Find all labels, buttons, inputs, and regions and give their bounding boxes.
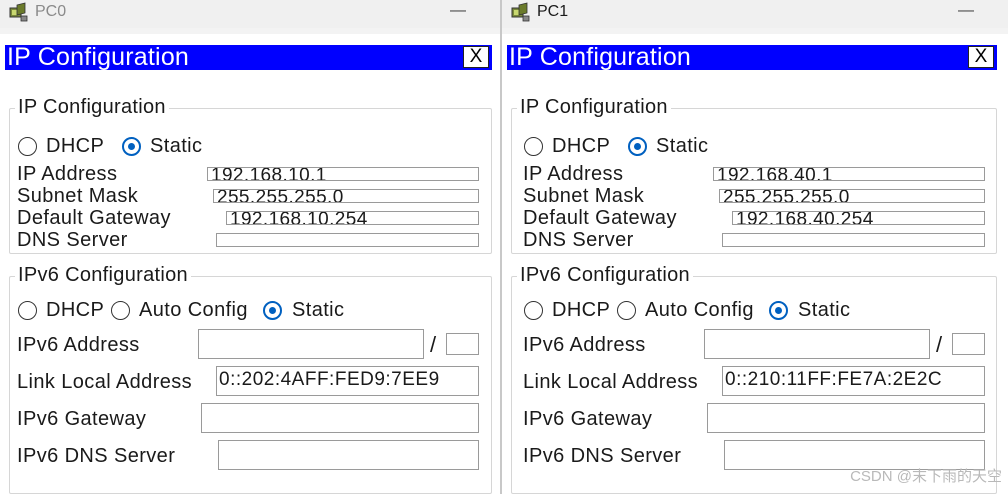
- ipv4-static-label: Static: [150, 135, 203, 157]
- close-button[interactable]: X: [968, 46, 994, 68]
- dns-server-label: DNS Server: [523, 229, 634, 251]
- window-title: PC1: [537, 3, 569, 20]
- banner-title: IP Configuration: [509, 43, 692, 71]
- title-bar[interactable]: PC1 —: [502, 0, 1008, 28]
- dns-server-field[interactable]: [216, 233, 479, 247]
- pc1-window: PC1 — IP Configuration X IP Configuratio…: [502, 0, 1008, 494]
- pc0-window: PC0 — IP Configuration X IP Configuratio…: [0, 0, 500, 494]
- ipv6-dhcp-radio[interactable]: [18, 301, 37, 320]
- close-button[interactable]: X: [463, 46, 489, 68]
- ipv6-config-group: IPv6 Configuration DHCP Auto Config Stat…: [9, 264, 492, 494]
- link-local-address-label: Link Local Address: [17, 371, 193, 393]
- link-local-address-field[interactable]: 0::202:4AFF:FED9:7EE9: [216, 366, 479, 396]
- ipv4-dhcp-radio[interactable]: [524, 137, 543, 156]
- ipv6-auto-config-radio[interactable]: [111, 301, 130, 320]
- ipv6-static-radio[interactable]: [263, 301, 282, 320]
- ipv6-static-radio[interactable]: [769, 301, 788, 320]
- ip-address-field[interactable]: 192.168.40.1: [713, 167, 985, 181]
- prefix-separator: /: [936, 332, 943, 357]
- pc-app-icon: [9, 2, 28, 22]
- ipv6-static-label: Static: [292, 299, 345, 321]
- pc-app-icon: [511, 2, 530, 22]
- link-local-address-label: Link Local Address: [523, 371, 699, 393]
- ipv6-dhcp-radio[interactable]: [524, 301, 543, 320]
- ipv4-group-legend: IP Configuration: [15, 96, 169, 119]
- ipv4-group-legend: IP Configuration: [517, 96, 671, 119]
- subnet-mask-field[interactable]: 255.255.255.0: [719, 189, 985, 203]
- subnet-mask-label: Subnet Mask: [523, 185, 645, 207]
- banner-title: IP Configuration: [7, 43, 190, 71]
- ip-config-banner: IP Configuration X: [507, 45, 997, 70]
- ip-config-banner: IP Configuration X: [5, 45, 492, 70]
- ipv4-static-radio[interactable]: [122, 137, 141, 156]
- ipv6-auto-config-radio[interactable]: [617, 301, 636, 320]
- default-gateway-field[interactable]: 192.168.10.254: [226, 211, 479, 225]
- ipv4-dhcp-radio[interactable]: [18, 137, 37, 156]
- ipv6-prefix-field[interactable]: [952, 333, 985, 355]
- ipv6-address-field[interactable]: [198, 329, 424, 359]
- ipv4-static-label: Static: [656, 135, 709, 157]
- ipv4-static-radio[interactable]: [628, 137, 647, 156]
- subnet-mask-field[interactable]: 255.255.255.0: [213, 189, 479, 203]
- minimize-button[interactable]: —: [954, 0, 978, 24]
- ipv6-dhcp-label: DHCP: [46, 299, 105, 321]
- minimize-button[interactable]: —: [446, 0, 470, 24]
- watermark-text: CSDN @末下雨的天空: [850, 468, 1002, 485]
- ipv6-dns-server-field[interactable]: [218, 440, 479, 470]
- window-content: IP Configuration X IP Configuration DHCP…: [0, 34, 500, 494]
- ipv6-auto-config-label: Auto Config: [645, 299, 754, 321]
- prefix-separator: /: [430, 332, 437, 357]
- ipv6-address-label: IPv6 Address: [17, 334, 140, 356]
- ipv6-config-group: IPv6 Configuration DHCP Auto Config Stat…: [511, 264, 997, 494]
- dns-server-field[interactable]: [722, 233, 985, 247]
- ipv4-config-group: IP Configuration DHCP Static IP Address …: [511, 96, 997, 254]
- ipv6-dhcp-label: DHCP: [552, 299, 611, 321]
- ipv6-prefix-field[interactable]: [446, 333, 479, 355]
- dns-server-label: DNS Server: [17, 229, 128, 251]
- ip-address-label: IP Address: [17, 163, 118, 185]
- ipv6-address-label: IPv6 Address: [523, 334, 646, 356]
- ipv6-gateway-label: IPv6 Gateway: [523, 408, 653, 430]
- default-gateway-field[interactable]: 192.168.40.254: [732, 211, 985, 225]
- default-gateway-label: Default Gateway: [523, 207, 677, 229]
- ipv6-group-legend: IPv6 Configuration: [15, 264, 191, 287]
- ipv6-static-label: Static: [798, 299, 851, 321]
- ipv6-gateway-field[interactable]: [707, 403, 985, 433]
- subnet-mask-label: Subnet Mask: [17, 185, 139, 207]
- ipv6-auto-config-label: Auto Config: [139, 299, 248, 321]
- link-local-address-field[interactable]: 0::210:11FF:FE7A:2E2C: [722, 366, 985, 396]
- ipv6-dns-server-label: IPv6 DNS Server: [17, 445, 176, 467]
- ipv4-dhcp-label: DHCP: [46, 135, 105, 157]
- ipv6-group-legend: IPv6 Configuration: [517, 264, 693, 287]
- ipv6-gateway-field[interactable]: [201, 403, 479, 433]
- ip-address-field[interactable]: 192.168.10.1: [207, 167, 479, 181]
- ipv6-gateway-label: IPv6 Gateway: [17, 408, 147, 430]
- ip-address-label: IP Address: [523, 163, 624, 185]
- ipv6-dns-server-label: IPv6 DNS Server: [523, 445, 682, 467]
- ipv6-address-field[interactable]: [704, 329, 930, 359]
- default-gateway-label: Default Gateway: [17, 207, 171, 229]
- window-title: PC0: [35, 3, 67, 20]
- ipv4-dhcp-label: DHCP: [552, 135, 611, 157]
- ipv4-config-group: IP Configuration DHCP Static IP Address …: [9, 96, 492, 254]
- title-bar[interactable]: PC0 —: [0, 0, 500, 28]
- window-content: IP Configuration X IP Configuration DHCP…: [502, 34, 1008, 494]
